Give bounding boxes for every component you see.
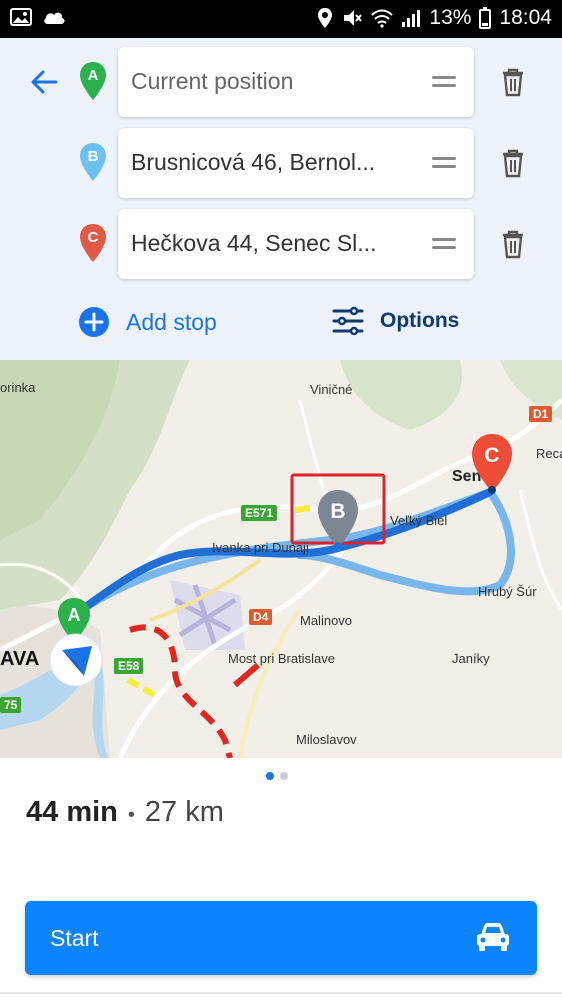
origin-field-text: Current position — [131, 68, 294, 94]
cloud-icon — [44, 12, 65, 24]
marker-c-icon: C — [80, 224, 106, 262]
svg-text:A: A — [68, 605, 81, 625]
pager-dot[interactable] — [280, 772, 288, 780]
map-label: Viničné — [310, 382, 353, 397]
svg-text:C: C — [88, 229, 99, 246]
map-label: Reca — [536, 446, 562, 461]
sliders-icon — [332, 306, 364, 336]
delete-icon[interactable] — [500, 148, 526, 178]
map-marker-c[interactable]: C — [469, 432, 515, 494]
add-circle-icon — [79, 307, 109, 337]
route-summary: 44 min • 27 km — [26, 796, 224, 829]
route-stop-c: C Hečkova 44, Senec Sl... — [0, 209, 562, 279]
route-map[interactable]: orinka Viničné Reca Senec Ivanka pri Dun… — [0, 360, 562, 758]
add-stop-label: Add stop — [126, 308, 217, 335]
options-label: Options — [380, 309, 460, 332]
svg-text:C: C — [484, 444, 499, 467]
map-label: orinka — [0, 380, 36, 395]
map-label: Miloslavov — [296, 732, 357, 747]
map-label: Malinovo — [300, 613, 353, 628]
map-background — [0, 360, 562, 758]
destination-field-text: Hečkova 44, Senec Sl... — [131, 230, 377, 256]
svg-text:B: B — [88, 148, 99, 165]
route-stop-b: B Brusnicová 46, Bernol... — [0, 128, 562, 198]
mute-icon — [344, 10, 363, 26]
bottom-divider — [0, 992, 562, 994]
current-location-icon — [49, 633, 103, 687]
map-label: Ivanka pri Dunaji — [212, 540, 309, 555]
road-badge: 75 — [0, 697, 22, 713]
options-button[interactable]: Options — [332, 306, 459, 336]
marker-b-icon: B — [80, 143, 106, 181]
road-badge: D1 — [529, 406, 553, 422]
road-badge: E58 — [114, 658, 144, 674]
battery-percent: 13% — [429, 6, 472, 29]
origin-field[interactable]: Current position — [118, 47, 474, 117]
route-pager[interactable] — [266, 772, 288, 780]
start-button[interactable]: Start — [25, 901, 537, 975]
road-badge: D4 — [249, 609, 273, 625]
map-label: Veľký Biel — [390, 513, 448, 528]
route-duration: 44 min — [26, 796, 118, 828]
map-label: Hrubý Šúr — [478, 584, 537, 599]
signal-icon — [402, 10, 421, 27]
svg-text:B: B — [330, 500, 345, 523]
status-bar: 13% 18:04 — [0, 0, 562, 38]
waypoint-field-text: Brusnicová 46, Bernol... — [131, 149, 376, 175]
delete-icon[interactable] — [500, 67, 526, 97]
waypoint-field[interactable]: Brusnicová 46, Bernol... — [118, 128, 474, 198]
add-stop-button[interactable]: Add stop — [78, 306, 217, 338]
car-icon — [477, 923, 509, 951]
summary-separator: • — [127, 804, 135, 826]
route-distance: 27 km — [144, 796, 224, 828]
drag-handle-icon[interactable] — [432, 76, 456, 88]
map-label: Janíky — [452, 651, 490, 666]
drag-handle-icon[interactable] — [432, 238, 456, 250]
pager-dot[interactable] — [266, 772, 274, 780]
route-panel: A Current position B Brusnicová 46, Bern… — [0, 38, 562, 360]
map-label: AVA — [0, 648, 40, 670]
navigation-route-screen: 13% 18:04 A Current position B Brusnicov… — [0, 0, 562, 1000]
delete-icon[interactable] — [500, 229, 526, 259]
wifi-icon — [371, 9, 394, 28]
clock: 18:04 — [499, 6, 552, 29]
drag-handle-icon[interactable] — [432, 157, 456, 169]
marker-a-icon: A — [80, 62, 106, 100]
route-stop-a: A Current position — [0, 47, 562, 117]
battery-icon — [479, 7, 492, 29]
image-icon — [10, 8, 32, 26]
destination-field[interactable]: Hečkova 44, Senec Sl... — [118, 209, 474, 279]
svg-text:A: A — [88, 67, 99, 84]
road-badge: E571 — [241, 505, 278, 521]
start-label: Start — [50, 925, 99, 951]
map-label: Most pri Bratislave — [228, 651, 335, 666]
location-icon — [318, 8, 333, 28]
map-marker-b[interactable]: B — [314, 488, 362, 550]
